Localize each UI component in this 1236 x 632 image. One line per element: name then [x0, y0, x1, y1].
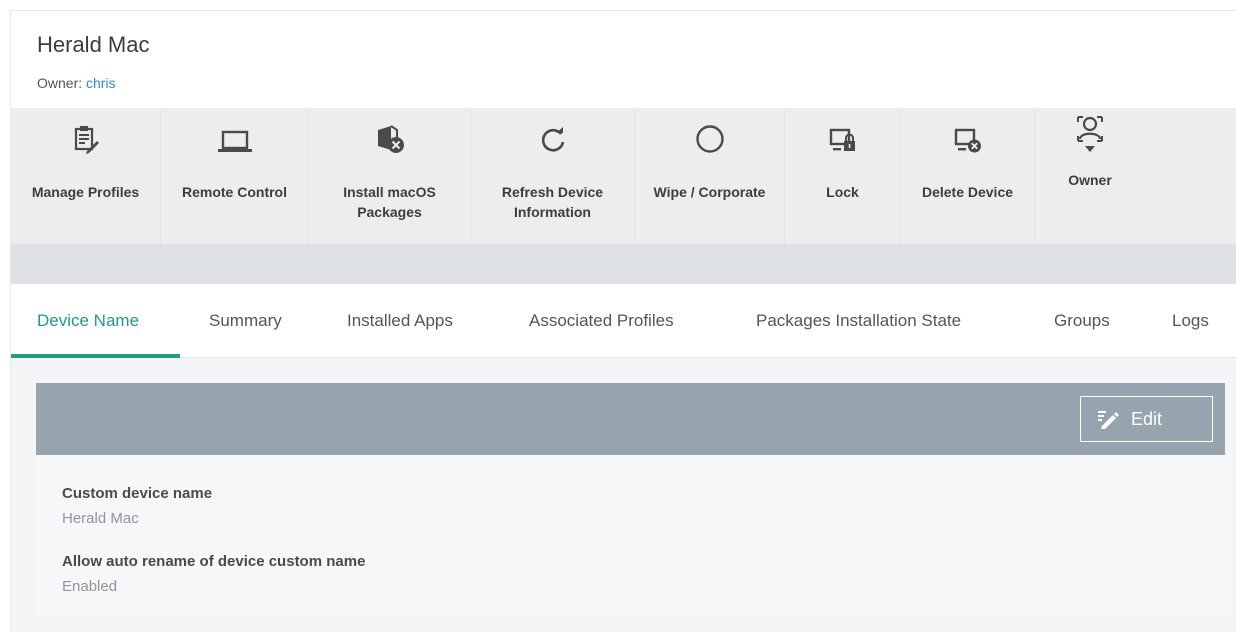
custom-device-name-value: Herald Mac [62, 510, 139, 527]
device-tabs: Device Name Summary Installed Apps Assoc… [11, 284, 1236, 358]
laptop-icon [161, 108, 308, 160]
owner-prefix: Owner: [37, 75, 87, 91]
tab-packages-installation-state[interactable]: Packages Installation State [756, 284, 961, 358]
refresh-icon [471, 108, 634, 160]
manage-profiles-button[interactable]: Manage Profiles [11, 108, 161, 244]
active-tab-indicator [11, 354, 180, 358]
device-name-panel: Edit Custom device name Herald Mac Allow… [36, 383, 1225, 615]
page-title: Herald Mac [37, 32, 150, 57]
edit-label: Edit [1131, 408, 1163, 429]
panel-header: Edit [36, 383, 1225, 455]
manage-profiles-label: Manage Profiles [31, 184, 140, 200]
tab-device-name[interactable]: Device Name [37, 284, 139, 358]
owner-label: Owner [1068, 172, 1112, 188]
tab-associated-profiles[interactable]: Associated Profiles [529, 284, 674, 358]
remote-control-button[interactable]: Remote Control [161, 108, 309, 244]
auto-rename-value: Enabled [62, 578, 118, 595]
manage-profiles-icon [11, 108, 160, 160]
owner-link[interactable]: chris [86, 75, 116, 91]
device-header: Herald Mac Owner: chris [11, 11, 1236, 108]
device-lock-icon [785, 108, 900, 160]
wipe-corporate-label: Wipe / Corporate [653, 184, 766, 200]
edit-icon [1098, 411, 1119, 429]
lock-button[interactable]: Lock [785, 108, 901, 244]
device-delete-icon [901, 108, 1034, 160]
tab-groups[interactable]: Groups [1054, 284, 1110, 358]
wipe-corporate-button[interactable]: Wipe / Corporate [635, 108, 785, 244]
owner-button[interactable]: Owner [1035, 108, 1145, 244]
custom-device-name-label: Custom device name [62, 485, 213, 502]
owner-icon [1035, 108, 1145, 160]
lock-label: Lock [826, 184, 859, 200]
toolbar-separator [11, 244, 1236, 284]
tab-logs[interactable]: Logs [1172, 284, 1209, 358]
install-macos-packages-label: Install macOS Packages [343, 184, 436, 220]
remote-control-label: Remote Control [182, 184, 287, 200]
delete-device-label: Delete Device [921, 184, 1014, 200]
refresh-device-information-label: Refresh Device Information [501, 184, 604, 220]
delete-device-button[interactable]: Delete Device [901, 108, 1035, 244]
install-macos-packages-button[interactable]: Install macOS Packages [309, 108, 471, 244]
action-toolbar: Manage Profiles Remote Control Install m… [11, 108, 1236, 244]
edit-button[interactable]: Edit [1080, 396, 1213, 442]
tab-installed-apps[interactable]: Installed Apps [347, 284, 453, 358]
owner-line: Owner: chris [37, 75, 116, 91]
circle-icon [635, 108, 784, 160]
auto-rename-label: Allow auto rename of device custom name [62, 553, 366, 570]
tab-summary[interactable]: Summary [209, 284, 282, 358]
install-package-icon [309, 108, 470, 160]
refresh-device-information-button[interactable]: Refresh Device Information [471, 108, 635, 244]
device-details-frame: Herald Mac Owner: chris Manage Profiles [10, 10, 1236, 632]
